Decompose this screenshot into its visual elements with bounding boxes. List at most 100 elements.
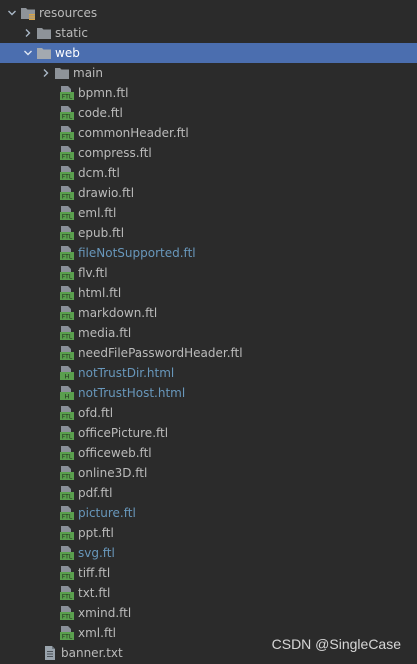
ftl-file-icon: FTL	[59, 605, 75, 621]
tree-file-label: drawio.ftl	[78, 186, 135, 200]
svg-text:FTL: FTL	[62, 634, 73, 641]
tree-file-item[interactable]: FTL ofd.ftl	[0, 403, 417, 423]
tree-node-label: static	[55, 26, 88, 40]
chevron-right-icon[interactable]	[38, 63, 54, 83]
ftl-file-icon: FTL	[59, 525, 75, 541]
tree-node-label: main	[73, 66, 103, 80]
svg-text:FTL: FTL	[62, 314, 73, 321]
tree-file-label: compress.ftl	[78, 146, 152, 160]
ftl-file-icon: FTL	[59, 505, 75, 521]
text-file-icon	[42, 645, 58, 661]
tree-file-label: ofd.ftl	[78, 406, 114, 420]
folder-icon	[54, 65, 70, 81]
tree-file-item[interactable]: FTL fileNotSupported.ftl	[0, 243, 417, 263]
tree-file-label: ppt.ftl	[78, 526, 114, 540]
tree-file-item[interactable]: FTL flv.ftl	[0, 263, 417, 283]
svg-text:FTL: FTL	[62, 414, 73, 421]
svg-text:FTL: FTL	[62, 154, 73, 161]
tree-file-label: needFilePasswordHeader.ftl	[78, 346, 243, 360]
tree-file-label: fileNotSupported.ftl	[78, 246, 196, 260]
ftl-file-icon: FTL	[59, 625, 75, 641]
tree-file-item[interactable]: FTL dcm.ftl	[0, 163, 417, 183]
tree-file-item[interactable]: FTL officePicture.ftl	[0, 423, 417, 443]
tree-file-item[interactable]: FTL code.ftl	[0, 103, 417, 123]
ftl-file-icon: FTL	[59, 445, 75, 461]
tree-file-item[interactable]: HnotTrustDir.html	[0, 363, 417, 383]
tree-file-item[interactable]: FTL eml.ftl	[0, 203, 417, 223]
tree-file-label: media.ftl	[78, 326, 132, 340]
svg-text:FTL: FTL	[62, 354, 73, 361]
tree-file-item[interactable]: FTL markdown.ftl	[0, 303, 417, 323]
tree-file-label: dcm.ftl	[78, 166, 120, 180]
tree-file-label: bpmn.ftl	[78, 86, 129, 100]
tree-file-item[interactable]: FTL svg.ftl	[0, 543, 417, 563]
tree-file-item[interactable]: FTL media.ftl	[0, 323, 417, 343]
ftl-file-icon: FTL	[59, 225, 75, 241]
tree-file-item[interactable]: FTL online3D.ftl	[0, 463, 417, 483]
svg-text:FTL: FTL	[62, 294, 73, 301]
tree-file-label: svg.ftl	[78, 546, 115, 560]
svg-text:FTL: FTL	[62, 194, 73, 201]
chevron-right-icon[interactable]	[20, 23, 36, 43]
ftl-file-icon: FTL	[59, 565, 75, 581]
resources-folder-icon	[20, 5, 36, 21]
tree-file-label: officePicture.ftl	[78, 426, 169, 440]
ftl-file-icon: FTL	[59, 285, 75, 301]
svg-text:FTL: FTL	[62, 594, 73, 601]
chevron-down-icon[interactable]	[20, 43, 36, 63]
svg-text:FTL: FTL	[62, 234, 73, 241]
tree-node-resources[interactable]: resources	[0, 3, 417, 23]
tree-file-item[interactable]: FTL officeweb.ftl	[0, 443, 417, 463]
ftl-file-icon: FTL	[59, 485, 75, 501]
tree-file-label: xmind.ftl	[78, 606, 132, 620]
tree-file-item[interactable]: FTL txt.ftl	[0, 583, 417, 603]
tree-file-item[interactable]: FTL xmind.ftl	[0, 603, 417, 623]
ftl-file-icon: FTL	[59, 345, 75, 361]
ftl-file-icon: FTL	[59, 325, 75, 341]
tree-file-item[interactable]: FTL commonHeader.ftl	[0, 123, 417, 143]
tree-file-item[interactable]: FTL drawio.ftl	[0, 183, 417, 203]
folder-icon	[36, 45, 52, 61]
tree-file-label: flv.ftl	[78, 266, 108, 280]
tree-file-item[interactable]: HnotTrustHost.html	[0, 383, 417, 403]
tree-file-label: html.ftl	[78, 286, 122, 300]
tree-file-item[interactable]: FTL bpmn.ftl	[0, 83, 417, 103]
tree-file-label: markdown.ftl	[78, 306, 158, 320]
tree-file-item[interactable]: FTL epub.ftl	[0, 223, 417, 243]
svg-text:FTL: FTL	[62, 334, 73, 341]
svg-text:FTL: FTL	[62, 494, 73, 501]
tree-file-item[interactable]: FTL picture.ftl	[0, 503, 417, 523]
svg-text:FTL: FTL	[62, 274, 73, 281]
tree-node-label: web	[55, 46, 80, 60]
ftl-file-icon: FTL	[59, 265, 75, 281]
ftl-file-icon: FTL	[59, 245, 75, 261]
ftl-file-icon: FTL	[59, 405, 75, 421]
tree-file-item[interactable]: FTL html.ftl	[0, 283, 417, 303]
tree-file-item[interactable]: FTL needFilePasswordHeader.ftl	[0, 343, 417, 363]
ftl-file-icon: FTL	[59, 185, 75, 201]
tree-file-label: code.ftl	[78, 106, 123, 120]
tree-file-label: notTrustHost.html	[78, 386, 186, 400]
svg-text:FTL: FTL	[62, 134, 73, 141]
tree-node-web[interactable]: web	[0, 43, 417, 63]
svg-text:FTL: FTL	[62, 514, 73, 521]
tree-file-item[interactable]: FTL pdf.ftl	[0, 483, 417, 503]
ftl-file-icon: FTL	[59, 305, 75, 321]
tree-file-label: pdf.ftl	[78, 486, 113, 500]
tree-file-label: notTrustDir.html	[78, 366, 175, 380]
tree-file-item[interactable]: FTL compress.ftl	[0, 143, 417, 163]
ftl-file-icon: FTL	[59, 205, 75, 221]
svg-text:FTL: FTL	[62, 174, 73, 181]
svg-text:H: H	[65, 393, 70, 401]
tree-node-label: banner.txt	[61, 646, 123, 660]
ftl-file-icon: FTL	[59, 425, 75, 441]
tree-node-static[interactable]: static	[0, 23, 417, 43]
tree-file-item[interactable]: FTL ppt.ftl	[0, 523, 417, 543]
tree-file-label: online3D.ftl	[78, 466, 148, 480]
tree-file-item[interactable]: FTL tiff.ftl	[0, 563, 417, 583]
tree-node-main[interactable]: main	[0, 63, 417, 83]
folder-icon	[36, 25, 52, 41]
svg-text:FTL: FTL	[62, 614, 73, 621]
ftl-file-icon: FTL	[59, 125, 75, 141]
chevron-down-icon[interactable]	[4, 3, 20, 23]
